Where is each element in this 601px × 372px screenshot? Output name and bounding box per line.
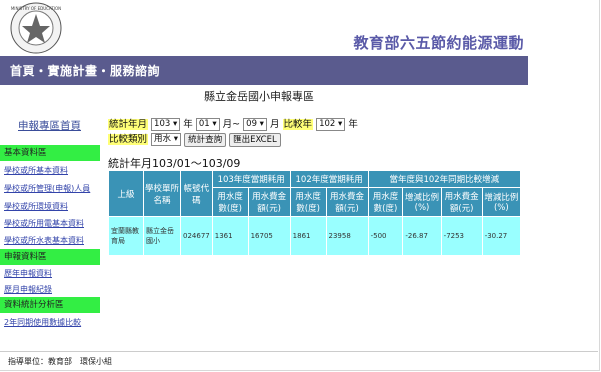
cell-school: 縣立金岳國小 <box>143 216 181 256</box>
start-month-select[interactable]: 01 ▾ <box>195 118 220 131</box>
cell-prev-fee: 23958 <box>325 216 369 256</box>
subheader-diff-degree: 用水度數(度) <box>367 187 404 217</box>
site-title: 教育部六五節約能源運動 <box>353 34 524 52</box>
category-select[interactable]: 用水 ▾ <box>151 133 182 146</box>
svg-text:MINISTRY OF EDUCATION: MINISTRY OF EDUCATION <box>11 6 61 11</box>
sidebar-item-monthly-report[interactable]: 歷月申報紀錄 <box>4 284 52 295</box>
header-previous-year: 102年度當期耗用 <box>289 170 369 188</box>
sidebar-section-report: 申報資料區 <box>0 249 100 265</box>
compare-year-select[interactable]: 102 ▾ <box>316 118 346 131</box>
footer-text: 指導單位：教育部 環保小組 <box>8 357 112 366</box>
export-excel-button[interactable]: 匯出EXCEL <box>229 132 281 147</box>
usage-comparison-table: 上級 學校單所名稱 帳號代碼 103年度當期耗用 102年度當期耗用 當年度與1… <box>108 170 522 256</box>
header-account: 帳號代碼 <box>180 170 213 217</box>
subheader-diff-degree-pct: 增減比例(%) <box>402 187 442 217</box>
cell-superior: 宜蘭縣教育局 <box>108 216 144 256</box>
start-year-select[interactable]: 103 ▾ <box>151 118 181 131</box>
site-header: MINISTRY OF EDUCATION 教育部六五節約能源運動 <box>0 0 598 56</box>
cell-cur-degree: 1361 <box>211 216 249 256</box>
cell-diff-degree: -500 <box>367 216 404 256</box>
sidebar-item-school-electricity[interactable]: 學校或所用電基本資料 <box>4 218 84 229</box>
subheader-prev-fee: 用水費金額(元) <box>325 187 369 217</box>
subheader-prev-degree: 用水度數(度) <box>289 187 327 217</box>
compare-year-label: 比較年 <box>282 119 314 130</box>
sidebar-item-school-environment[interactable]: 學校或所環境資料 <box>4 201 68 212</box>
nav-links[interactable]: 首頁・實施計畫・服務諮詢 <box>10 62 160 79</box>
cell-diff-fee: -7253 <box>440 216 483 256</box>
subheader-cur-fee: 用水費金額(元) <box>247 187 291 217</box>
sidebar-section-statistics: 資料統計分析區 <box>0 297 100 313</box>
cell-account: 024677 <box>180 216 213 256</box>
category-label: 比較類別 <box>108 134 149 145</box>
period-label: 統計年月 <box>108 119 149 130</box>
page-title: 縣立金岳國小申報專區 <box>204 90 314 103</box>
stat-period-title: 統計年月103/01～103/09 <box>108 157 241 170</box>
compare-year-unit: 年 <box>348 119 358 130</box>
sidebar-item-school-water[interactable]: 學校或所水表基本資料 <box>4 235 84 246</box>
footer-divider <box>0 351 598 352</box>
top-navbar: 首頁・實施計畫・服務諮詢 <box>0 56 528 85</box>
header-current-year: 103年度當期耗用 <box>211 170 291 188</box>
cell-cur-fee: 16705 <box>247 216 291 256</box>
month-range-label: 月~ <box>222 119 241 130</box>
table-row: 宜蘭縣教育局 縣立金岳國小 024677 1361 16705 1861 239… <box>108 216 522 256</box>
subheader-diff-fee-pct: 增減比例(%) <box>481 187 522 217</box>
end-month-select[interactable]: 09 ▾ <box>243 118 267 131</box>
ministry-logo-icon: MINISTRY OF EDUCATION <box>10 2 62 54</box>
sidebar-item-two-year-compare[interactable]: 2年同期使用數據比較 <box>4 317 81 328</box>
year-unit: 年 <box>183 119 193 130</box>
header-comparison: 當年度與102年同期比較增減 <box>367 170 522 188</box>
month-unit: 月 <box>269 119 280 130</box>
sidebar-item-school-basic[interactable]: 學校或所基本資料 <box>4 165 68 176</box>
sidebar-section-basic: 基本資料區 <box>0 145 100 161</box>
sidebar-item-yearly-report[interactable]: 歷年申報資料 <box>4 268 52 279</box>
sidebar-home-link[interactable]: 申報專區首頁 <box>18 118 81 133</box>
sidebar-item-school-managers[interactable]: 學校或所管理(申報)人員 <box>4 183 90 194</box>
header-school: 學校單所名稱 <box>143 170 181 217</box>
subheader-cur-degree: 用水度數(度) <box>211 187 249 217</box>
cell-diff-fee-pct: -30.27 <box>481 216 522 256</box>
header-superior: 上級 <box>108 170 144 217</box>
subheader-diff-fee: 用水費金額(元) <box>440 187 483 217</box>
cell-diff-degree-pct: -26.87 <box>402 216 442 256</box>
cell-prev-degree: 1861 <box>289 216 327 256</box>
query-button[interactable]: 統計查詢 <box>184 132 227 147</box>
